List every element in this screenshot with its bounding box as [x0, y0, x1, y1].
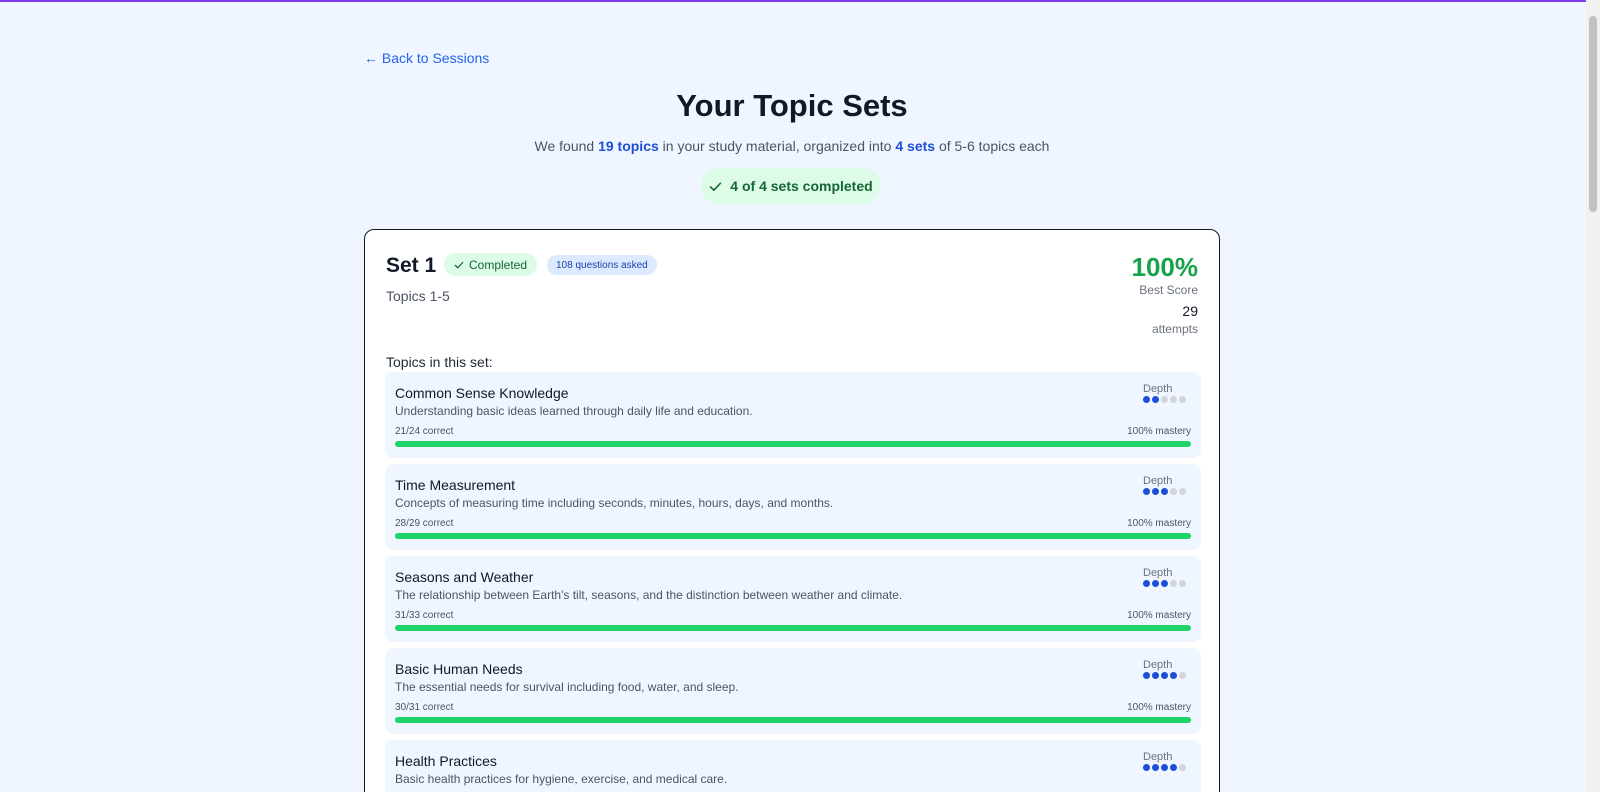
status-label: Completed — [469, 257, 528, 272]
sets-count: 4 sets — [895, 138, 936, 154]
page-title: Your Topic Sets — [676, 88, 908, 123]
status-badge: Completed — [444, 253, 538, 276]
depth-dot — [1170, 396, 1177, 403]
depth-dot — [1179, 488, 1186, 495]
depth-dot — [1170, 580, 1177, 587]
depth-dot — [1143, 396, 1150, 403]
mastery-label: 100% mastery — [1127, 426, 1191, 437]
check-icon — [710, 181, 722, 191]
depth-label: Depth — [1143, 475, 1173, 487]
topic-card[interactable]: Health Practices Basic health practices f… — [385, 740, 1201, 792]
subtitle-middle: in your study material, organized into — [658, 138, 896, 154]
depth-dot — [1170, 488, 1177, 495]
mastery-bar-fill — [395, 533, 1191, 539]
set-title: Set 1 — [386, 254, 437, 277]
attempts-label: attempts — [1151, 322, 1198, 336]
best-score: 100% — [1131, 252, 1199, 282]
depth-dot — [1152, 396, 1159, 403]
mastery-bar — [395, 533, 1191, 539]
correct-count: 31/33 correct — [395, 610, 454, 621]
mastery-bar — [395, 625, 1191, 631]
depth-label: Depth — [1143, 751, 1173, 763]
mastery-label: 100% mastery — [1127, 518, 1191, 529]
topic-description: Concepts of measuring time including sec… — [395, 496, 834, 510]
mastery-bar-fill — [395, 717, 1191, 723]
depth-dots — [1143, 396, 1191, 403]
topic-name: Common Sense Knowledge — [395, 385, 569, 401]
depth-dots — [1143, 764, 1191, 771]
mastery-bar-fill — [395, 625, 1191, 631]
depth-dot — [1179, 672, 1186, 679]
scrollbar-thumb[interactable] — [1589, 16, 1597, 212]
correct-count: 30/31 correct — [395, 702, 454, 713]
subtitle-suffix: of 5-6 topics each — [935, 138, 1050, 154]
topic-card[interactable]: Time Measurement Concepts of measuring ti… — [385, 464, 1201, 550]
topics-heading: Topics in this set: — [386, 354, 493, 370]
topic-description: Understanding basic ideas learned throug… — [395, 404, 753, 418]
depth-dot — [1161, 396, 1168, 403]
mastery-bar — [395, 717, 1191, 723]
depth-indicator: Depth — [1143, 659, 1191, 679]
depth-dot — [1161, 672, 1168, 679]
mastery-label: 100% mastery — [1127, 702, 1191, 713]
topic-description: Basic health practices for hygiene, exer… — [395, 772, 728, 786]
sets-progress-badge: 4 of 4 sets completed — [701, 168, 881, 204]
best-score-label: Best Score — [1139, 283, 1198, 297]
score-block: 100% Best Score 29 attempts — [1132, 252, 1199, 336]
depth-indicator: Depth — [1143, 475, 1191, 495]
topic-name: Basic Human Needs — [395, 661, 523, 677]
depth-dot — [1161, 580, 1168, 587]
depth-indicator: Depth — [1143, 751, 1191, 771]
mastery-label: 100% mastery — [1127, 610, 1191, 621]
depth-dot — [1143, 764, 1150, 771]
depth-dot — [1152, 580, 1159, 587]
depth-indicator: Depth — [1143, 383, 1191, 403]
correct-count: 28/29 correct — [395, 518, 454, 529]
depth-label: Depth — [1143, 659, 1173, 671]
top-accent-bar — [0, 0, 1600, 2]
depth-dot — [1152, 488, 1159, 495]
depth-dot — [1161, 488, 1168, 495]
depth-dot — [1143, 488, 1150, 495]
depth-dot — [1179, 396, 1186, 403]
depth-dot — [1170, 764, 1177, 771]
depth-dot — [1179, 764, 1186, 771]
topic-name: Seasons and Weather — [395, 569, 534, 585]
depth-dot — [1143, 580, 1150, 587]
set-range: Topics 1-5 — [386, 288, 450, 304]
topics-count: 19 topics — [598, 138, 659, 154]
mastery-bar-fill — [395, 441, 1191, 447]
depth-dots — [1143, 488, 1191, 495]
mastery-bar — [395, 441, 1191, 447]
depth-dot — [1179, 580, 1186, 587]
topic-description: The relationship between Earth's tilt, s… — [395, 588, 903, 602]
topic-card[interactable]: Seasons and Weather The relationship betw… — [385, 556, 1201, 642]
questions-badge: 108 questions asked — [547, 255, 657, 275]
check-icon — [454, 261, 464, 268]
sets-progress-label: 4 of 4 sets completed — [730, 178, 873, 194]
topic-name: Health Practices — [395, 753, 497, 769]
depth-dot — [1170, 672, 1177, 679]
depth-dots — [1143, 672, 1191, 679]
depth-label: Depth — [1143, 567, 1173, 579]
depth-label: Depth — [1143, 383, 1173, 395]
depth-dot — [1152, 672, 1159, 679]
topic-card[interactable]: Basic Human Needs The essential needs for… — [385, 648, 1201, 734]
depth-dots — [1143, 580, 1191, 587]
page-subtitle: We found 19 topics in your study materia… — [364, 138, 1220, 154]
depth-dot — [1152, 764, 1159, 771]
topic-name: Time Measurement — [395, 477, 516, 493]
topic-description: The essential needs for survival includi… — [395, 680, 739, 694]
depth-dot — [1161, 764, 1168, 771]
topic-card[interactable]: Common Sense Knowledge Understanding basi… — [385, 372, 1201, 458]
attempts-count: 29 — [1182, 303, 1198, 319]
set-card[interactable]: Set 1 Completed 108 questions asked Topi… — [364, 229, 1220, 792]
depth-dot — [1143, 672, 1150, 679]
back-to-sessions-link[interactable]: ← Back to Sessions — [364, 50, 489, 66]
correct-count: 21/24 correct — [395, 426, 454, 437]
subtitle-prefix: We found — [534, 138, 599, 154]
scrollbar[interactable] — [1586, 0, 1600, 792]
depth-indicator: Depth — [1143, 567, 1191, 587]
